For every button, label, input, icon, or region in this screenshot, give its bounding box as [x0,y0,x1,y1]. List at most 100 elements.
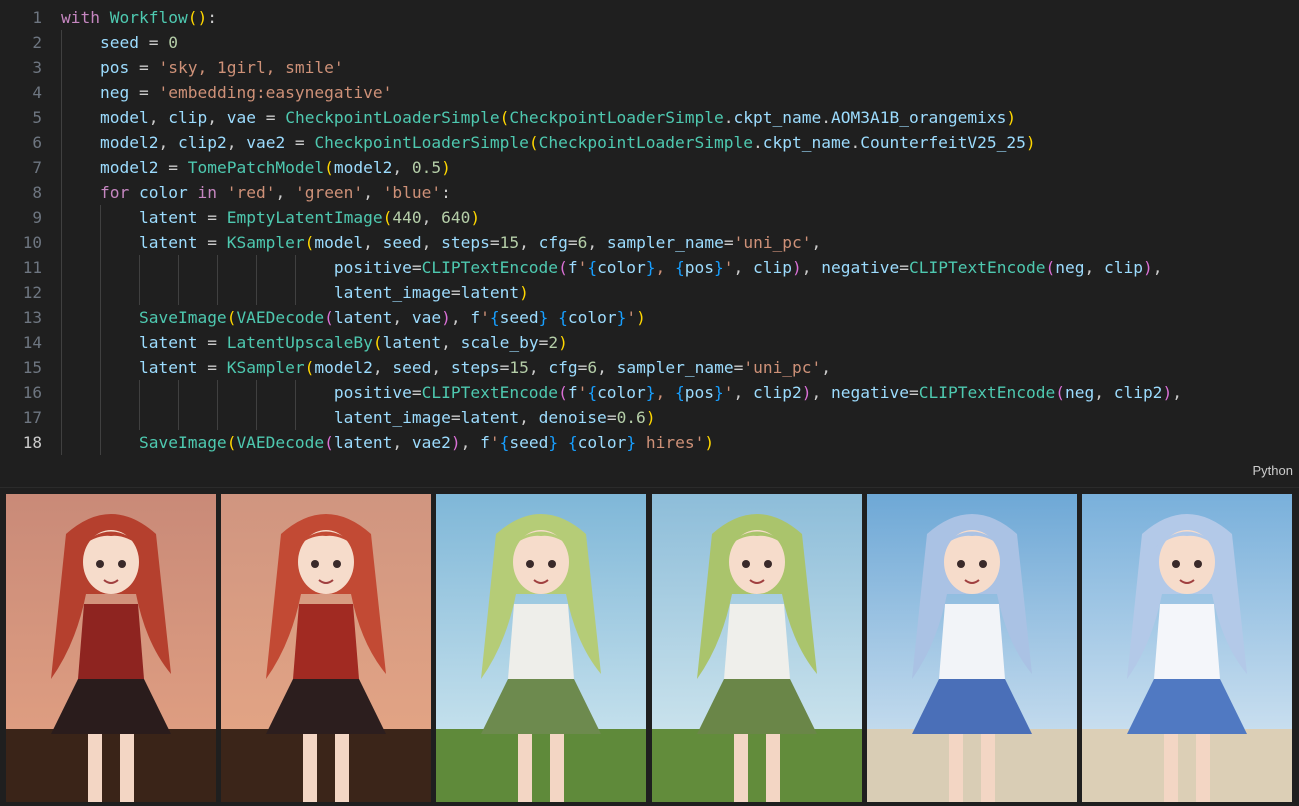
code-token: . [723,108,734,127]
code-token: ) [645,408,656,427]
code-token: { [675,383,685,402]
code-token: neg [1064,383,1095,402]
code-text[interactable]: model2, clip2, vae2 = CheckpointLoaderSi… [61,130,1036,155]
code-token: = [197,233,227,252]
code-token: 640 [441,208,471,227]
code-token: , [1094,383,1114,402]
code-token: , [821,358,832,377]
code-token: , [363,183,383,202]
code-token: = [606,408,617,427]
code-text[interactable]: model2 = TomePatchModel(model2, 0.5) [61,155,451,180]
code-token: , [207,108,227,127]
code-token: color [138,183,188,202]
code-text[interactable]: positive=CLIPTextEncode(f'{color}, {pos}… [61,380,1182,405]
code-token: SaveImage [138,308,227,327]
line-number: 13 [22,308,42,327]
code-text[interactable]: latent = EmptyLatentImage(440, 640) [61,205,480,230]
code-token: , [363,233,383,252]
code-token: clip [168,108,208,127]
code-text[interactable]: SaveImage(VAEDecode(latent, vae2), f'{se… [61,430,714,455]
code-token: steps [450,358,500,377]
code-text[interactable]: positive=CLIPTextEncode(f'{color}, {pos}… [61,255,1163,280]
code-token: color [597,258,646,277]
code-token: () [187,8,208,27]
code-text[interactable]: latent = KSampler(model2, seed, steps=15… [61,355,831,380]
code-text[interactable]: SaveImage(VAEDecode(latent, vae), f'{see… [61,305,646,330]
code-token: model2 [99,133,159,152]
code-token: 'embedding:easynegative' [158,83,393,102]
code-token: 'uni_pc' [743,358,822,377]
generated-image [652,494,862,802]
code-token: , [733,258,754,277]
code-text[interactable]: model, clip, vae = CheckpointLoaderSimpl… [61,105,1016,130]
code-token: ) [1162,383,1173,402]
code-token: ) [792,258,802,277]
output-image-red [6,494,216,802]
output-image-blue [1082,494,1292,802]
code-token: 15 [499,233,520,252]
code-token: , [655,258,676,277]
code-text[interactable]: pos = 'sky, 1girl, smile' [61,55,344,80]
code-text[interactable]: neg = 'embedding:easynegative' [61,80,392,105]
code-token: latent_image [333,283,451,302]
code-text[interactable]: seed = 0 [61,30,178,55]
code-token: { [499,433,510,452]
line-number: 3 [32,58,42,77]
code-token: CheckpointLoaderSimple [509,108,724,127]
code-token: negative [831,383,909,402]
code-token: 'uni_pc' [733,233,812,252]
line-number: 7 [32,158,42,177]
code-token: , [421,208,442,227]
code-token: SaveImage [138,433,227,452]
code-token: ' [577,383,588,402]
code-token: = [197,358,227,377]
code-token: KSampler [226,233,305,252]
code-text[interactable]: latent_image=latent, denoise=0.6) [61,405,656,430]
code-token: = [158,158,188,177]
code-token: f [567,383,578,402]
code-token: = [138,33,169,52]
code-token: latent [333,308,393,327]
line-number: 11 [22,258,42,277]
code-text[interactable]: latent_image=latent) [61,280,529,305]
code-token: 'blue' [382,183,442,202]
code-token: model2 [314,358,373,377]
code-text[interactable]: with Workflow(): [61,5,217,30]
output-image-green [652,494,862,802]
code-text[interactable]: latent = LatentUpscaleBy(latent, scale_b… [61,330,568,355]
code-token: latent [460,283,520,302]
code-token: ( [324,433,334,452]
output-image-red [221,494,431,802]
code-token: seed [509,433,549,452]
code-token: ) [801,383,812,402]
code-token: 0.5 [411,158,442,177]
code-token: = [411,258,422,277]
code-token: 0.6 [616,408,646,427]
code-token: { [567,433,578,452]
code-token: ' [723,383,734,402]
generated-image [221,494,431,802]
code-token: , [597,358,617,377]
code-token: steps [441,233,490,252]
code-token: CheckpointLoaderSimple [538,133,753,152]
code-token: ( [372,333,383,352]
code-token: clip2 [753,383,802,402]
output-image-blue [867,494,1077,802]
code-token: , [450,308,471,327]
line-number: 10 [22,233,42,252]
code-token: = [197,333,227,352]
code-token: ( [324,158,334,177]
code-token: 0 [168,33,178,52]
code-token: CounterfeitV25_25 [860,133,1026,152]
code-text[interactable]: for color in 'red', 'green', 'blue': [61,180,451,205]
code-token: ' [723,258,734,277]
code-token: seed [382,233,422,252]
code-text[interactable]: latent = KSampler(model, seed, steps=15,… [61,230,821,255]
code-token: model2 [333,158,393,177]
code-editor[interactable]: 1 with Workflow(): 2 seed = 03 pos = 'sky,… [0,0,1299,487]
